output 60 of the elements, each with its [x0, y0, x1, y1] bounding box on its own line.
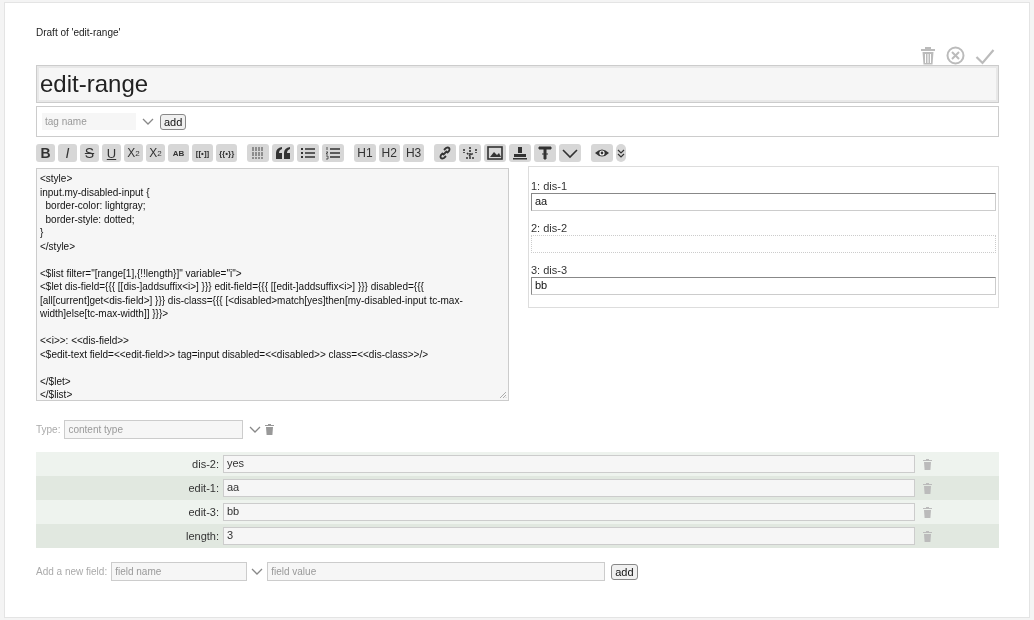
toolbar-button[interactable]: S [80, 144, 99, 162]
text-input[interactable]: bb [531, 277, 996, 295]
text-size-icon [537, 146, 554, 160]
toolbar-button[interactable]: B [36, 144, 55, 162]
text-input[interactable]: aa [531, 193, 996, 211]
draft-label: Draft of 'edit-range' [36, 27, 121, 38]
field-label: 1: dis-1 [531, 179, 569, 193]
tag-name-field[interactable]: tag name [42, 113, 136, 130]
text-size-button[interactable] [534, 144, 557, 162]
toolbar-button[interactable]: H2 [378, 144, 400, 162]
toolbar-button[interactable]: U [102, 144, 121, 162]
stamp-button[interactable] [509, 144, 532, 162]
trash-icon[interactable] [265, 424, 275, 435]
quote-icon [275, 146, 292, 160]
checkmark-icon[interactable] [975, 48, 995, 65]
image-button[interactable] [484, 144, 507, 162]
quote-button[interactable] [272, 144, 295, 162]
field-name: length: [184, 530, 220, 542]
new-field-label: Add a new field: [36, 566, 108, 577]
toolbar-button[interactable]: {{•}} [216, 144, 238, 162]
field-value-input[interactable]: yes [223, 455, 915, 473]
resize-grip-icon[interactable] [499, 391, 507, 399]
field-name: dis-2: [191, 458, 220, 470]
stamp-icon [512, 146, 529, 160]
field-name-input[interactable]: field name [111, 562, 248, 581]
type-label: Type: [36, 424, 61, 435]
chevron-down-icon[interactable] [249, 425, 262, 434]
toolbar-button[interactable]: I [58, 144, 77, 162]
numbered-list-button[interactable] [322, 144, 345, 162]
add-button[interactable]: add [611, 563, 638, 580]
field-value-input[interactable]: bb [223, 503, 915, 521]
add-button[interactable]: add [160, 113, 187, 130]
toolbar-button[interactable]: [[•]] [192, 144, 213, 162]
chevron-down-icon[interactable] [251, 567, 264, 576]
link-button[interactable] [434, 144, 457, 162]
field-name: edit-3: [187, 506, 220, 518]
close-icon[interactable] [946, 46, 965, 65]
field-value-input[interactable]: aa [223, 479, 915, 497]
toolbar-button[interactable]: H3 [402, 144, 425, 162]
title-field[interactable]: edit-range [36, 65, 999, 103]
field-value-input[interactable]: 3 [223, 527, 915, 545]
toolbar-button[interactable]: AB [168, 144, 189, 162]
bullet-list-button[interactable] [297, 144, 320, 162]
eye-button[interactable] [591, 144, 614, 162]
field-name: edit-1: [187, 482, 220, 494]
field-value-input[interactable]: field value [267, 562, 606, 581]
field-label: 3: dis-3 [531, 263, 569, 277]
code-editor[interactable]: <style> input.my-disabled-input { border-color: lightgray; border-style: dotted; } </style> <$list filter="[range[1],{!!length}]" variable="i"> <$let dis-field={{{ [[dis-]addsuffix<i>] }}} edit-field={{{ [[edit-]addsuffix<i>] }}} disabled={{{ [all[current]get<dis-field>] }}} dis-class={{{ [<disabled>match[yes]then[my-disabled-input tc-max-width]else[tc-max-width]] }}}> <<i>>: <<dis-field>> <$edit-text field=<<edit-field>> tag=input disabled=<<disabled>> class=<<dis-class>>/> </$let> </$list> [36, 168, 509, 401]
trash-icon[interactable] [920, 46, 936, 65]
caret-button[interactable] [616, 144, 627, 162]
chevron-down-icon [562, 146, 579, 160]
chevron-down-button[interactable] [559, 144, 582, 162]
content-type-field[interactable]: content type [64, 420, 244, 439]
image-icon [487, 146, 504, 160]
toolbar-button[interactable]: X$^{2}$ [124, 144, 143, 162]
field-label: 2: dis-2 [531, 221, 569, 235]
chevron-down-icon[interactable] [142, 117, 154, 126]
bullet-list-icon [300, 146, 317, 160]
numbered-list-icon [325, 146, 342, 160]
toolbar-button[interactable]: H1 [354, 144, 376, 162]
